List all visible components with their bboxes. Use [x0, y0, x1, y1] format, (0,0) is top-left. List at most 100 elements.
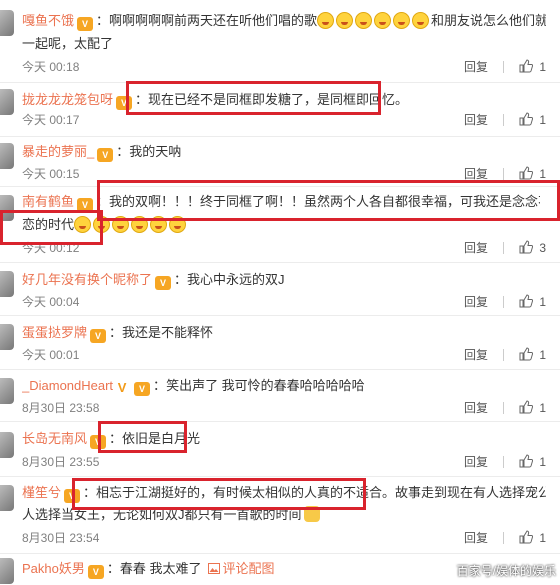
like-count: 1 [539, 167, 546, 181]
avatar[interactable] [0, 378, 14, 404]
reply-button[interactable]: 回复 [464, 240, 488, 256]
like-count: 1 [539, 348, 546, 362]
reply-button[interactable]: 回复 [464, 347, 488, 363]
like-button[interactable]: 1 [519, 166, 546, 182]
username-link[interactable]: Pakho妖男 [22, 561, 85, 576]
comment-text: 相忘于江湖挺好的，有时候太相似的人真的不适合。故事走到现在有人选择宠公主有 [96, 485, 546, 500]
avatar[interactable] [0, 89, 14, 115]
colon: ： [83, 485, 97, 500]
like-button[interactable]: 1 [519, 454, 546, 470]
comment-line: 拢龙龙龙笼包呀 V ：现在已经不是同框即发糖了，是同框即回忆。 [22, 89, 546, 111]
comment-line: 一起呢，太配了 [22, 33, 546, 55]
avatar[interactable] [0, 432, 14, 458]
avatar[interactable] [0, 195, 14, 221]
comment-item: _DiamondHeart V V ：笑出声了 我可怜的春春哈哈哈哈哈 8月30日 2… [0, 370, 560, 422]
avatar[interactable] [0, 558, 14, 584]
username-link[interactable]: 好几年没有换个昵称了 [22, 272, 152, 287]
colon: ： [116, 144, 130, 159]
thumbs-up-icon [519, 294, 534, 308]
crying-face-emoji-icon [317, 12, 335, 29]
comment-line: 人选择当女王，无论如何双J都只有一首歌的时间 [22, 504, 546, 526]
crying-face-emoji-icon [150, 216, 168, 233]
comment-text: 依旧是白月光 [122, 431, 201, 446]
thumbs-up-icon [519, 454, 534, 468]
divider [503, 402, 504, 414]
username-link[interactable]: _DiamondHeart [22, 378, 113, 393]
comment-line: 长岛无南风 V ：依旧是白月光 [22, 428, 546, 450]
reply-button[interactable]: 回复 [464, 530, 488, 546]
crying-face-emoji-icon [112, 216, 130, 233]
vip-badge-icon: V [155, 276, 172, 290]
like-button[interactable]: 1 [519, 59, 546, 75]
comment-item: 嘎鱼不饿V：啊啊啊啊啊前两天还在听他们唱的歌 和朋友说怎么他们就不在 一起呢，太配… [0, 0, 560, 83]
colon: ： [174, 272, 188, 287]
username-link[interactable]: 暴走的萝丽_ [22, 144, 94, 159]
comment-text: 现在已经不是同框即发糖了，是同框即回忆。 [148, 92, 409, 107]
image-link[interactable]: 评论配图 [207, 561, 275, 576]
watermark: 百家号/娱体的娱乐 [456, 564, 556, 578]
avatar[interactable] [0, 324, 14, 350]
like-button[interactable]: 1 [519, 294, 546, 310]
like-count: 1 [539, 531, 546, 545]
avatar[interactable] [0, 10, 14, 36]
vip-badge-icon: V [77, 17, 94, 31]
vip-badge-icon: V [134, 382, 151, 396]
like-button[interactable]: 1 [519, 347, 546, 363]
divider [503, 532, 504, 544]
comment-text: 笑出声了 我可怜的春春哈哈哈哈哈 [166, 378, 365, 393]
avatar[interactable] [0, 485, 14, 511]
reply-button[interactable]: 回复 [464, 166, 488, 182]
crying-face-emoji-icon [336, 12, 354, 29]
reply-button[interactable]: 回复 [464, 454, 488, 470]
like-button[interactable]: 3 [519, 240, 546, 256]
clap-emoji-icon [303, 506, 320, 522]
colon: ： [109, 431, 123, 446]
like-button[interactable]: 1 [519, 400, 546, 416]
username-link[interactable]: 拢龙龙龙笼包呀 [22, 92, 113, 107]
comment-time: 今天 00:01 [22, 348, 80, 362]
vip-badge-icon: V [64, 489, 81, 503]
like-button[interactable]: 1 [519, 530, 546, 546]
verified-v-icon: V [117, 380, 127, 395]
comment-time: 今天 00:12 [22, 241, 80, 255]
comment-time: 8月30日 23:54 [22, 531, 100, 545]
comment-text: 恋的时代 [22, 217, 75, 232]
thumbs-up-icon [519, 166, 534, 180]
like-count: 1 [539, 295, 546, 309]
username-link[interactable]: 蛋蛋挞罗牌 [22, 325, 87, 340]
like-count: 1 [539, 401, 546, 415]
reply-button[interactable]: 回复 [464, 400, 488, 416]
comment-line: 南有鹤鱼 V ：我的双啊！！！终于同框了啊！！虽然两个人各自都很幸福，可我还是念念不… [22, 191, 540, 213]
comment-line: 嘎鱼不饿V：啊啊啊啊啊前两天还在听他们唱的歌 和朋友说怎么他们就不在 [22, 10, 546, 32]
divider [503, 114, 504, 126]
vip-badge-icon: V [90, 435, 107, 449]
comment-text: 我还是不能释怀 [122, 325, 214, 340]
comment-item: 暴走的萝丽_ V ：我的天呐 今天 00:15 回复 1 [0, 137, 560, 187]
comment-time: 8月30日 23:58 [22, 401, 100, 415]
vip-badge-icon: V [77, 198, 94, 212]
avatar[interactable] [0, 271, 14, 297]
divider [503, 456, 504, 468]
thumbs-up-icon [519, 400, 534, 414]
image-link-label: 评论配图 [222, 561, 275, 576]
like-button[interactable]: 1 [519, 112, 546, 128]
comment-time: 今天 00:04 [22, 295, 80, 309]
colon: ： [96, 194, 110, 209]
vip-badge-icon: V [116, 96, 133, 110]
reply-button[interactable]: 回复 [464, 112, 488, 128]
divider [503, 61, 504, 73]
crying-face-emoji-icon [374, 12, 392, 29]
comment-text: 我的天呐 [129, 144, 182, 159]
reply-button[interactable]: 回复 [464, 294, 488, 310]
avatar[interactable] [0, 143, 14, 169]
username-link[interactable]: 槿笙兮 [22, 485, 61, 500]
username-link[interactable]: 南有鹤鱼 [22, 194, 74, 209]
username-link[interactable]: 长岛无南风 [22, 431, 87, 446]
vip-badge-icon: V [97, 148, 114, 162]
comment-text: 我的双啊！！！终于同框了啊！！虽然两个人各自都很幸福，可我还是念念不忘双J [109, 194, 540, 209]
comment-text: 啊啊啊啊啊前两天还在听他们唱的歌 [109, 13, 318, 28]
username-link[interactable]: 嘎鱼不饿 [22, 13, 74, 28]
reply-button[interactable]: 回复 [464, 59, 488, 75]
vip-badge-icon: V [90, 329, 107, 343]
thumbs-up-icon [519, 240, 534, 254]
